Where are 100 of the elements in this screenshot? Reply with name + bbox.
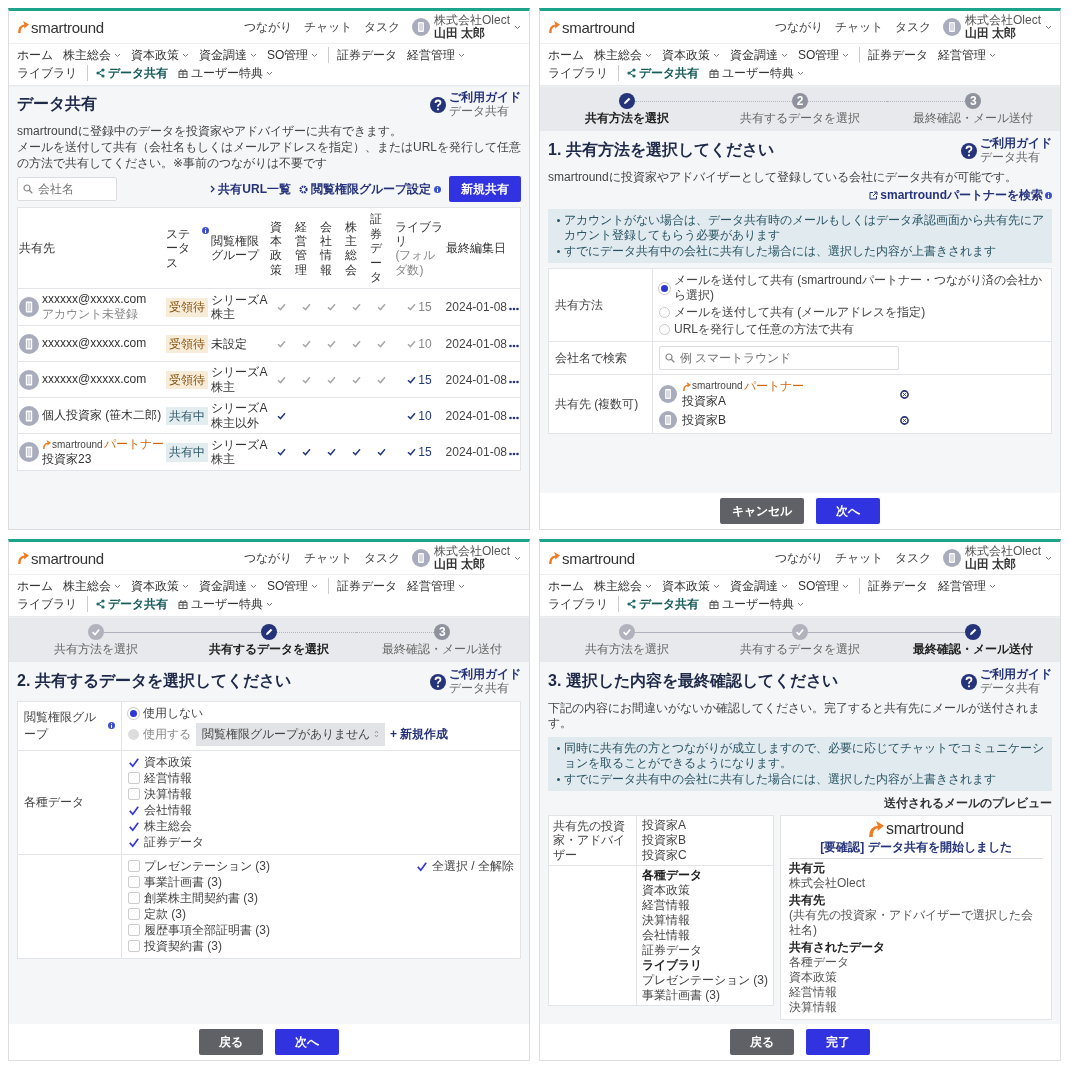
nav-item[interactable]: 資金調達 (730, 47, 788, 63)
nav-item[interactable]: SO管理 (267, 578, 319, 594)
nav-item[interactable]: ユーザー特典 (178, 65, 273, 81)
header-link[interactable]: つながり (775, 549, 823, 567)
nav-item[interactable]: 資金調達 (199, 47, 257, 63)
nav-item[interactable]: ライブラリ (548, 65, 608, 81)
new-share-button[interactable]: 新規共有 (449, 176, 521, 203)
nav-item[interactable]: SO管理 (267, 47, 319, 63)
guide-link[interactable]: ご利用ガイド データ共有 (430, 91, 521, 119)
remove-icon[interactable] (900, 389, 909, 399)
header-link[interactable]: チャット (835, 18, 883, 36)
nav-item[interactable]: ライブラリ (548, 596, 608, 612)
nav-item[interactable]: データ共有 (618, 596, 699, 612)
nav-item[interactable]: 資金調達 (730, 578, 788, 594)
back-button[interactable]: 戻る (199, 1029, 263, 1055)
checkbox-option[interactable]: 経営情報 (128, 770, 204, 786)
nav-item[interactable]: SO管理 (798, 578, 850, 594)
nav-item[interactable]: ホーム (548, 578, 584, 594)
nav-item[interactable]: ライブラリ (17, 65, 77, 81)
nav-item[interactable]: ホーム (17, 578, 53, 594)
select-all-option[interactable]: 全選択 / 全解除 (416, 858, 514, 874)
nav-item[interactable]: 株主総会 (63, 47, 121, 63)
nav-item[interactable]: データ共有 (618, 65, 699, 81)
checkbox-option[interactable]: 証券データ (128, 834, 204, 850)
nav-item[interactable]: 資本政策 (662, 47, 720, 63)
checkbox-option[interactable]: 株主総会 (128, 818, 204, 834)
nav-item[interactable]: 資本政策 (131, 47, 189, 63)
guide-link[interactable]: ご利用ガイド データ共有 (961, 668, 1052, 696)
checkbox[interactable] (128, 820, 140, 833)
header-link[interactable]: チャット (304, 18, 352, 36)
nav-item[interactable]: ホーム (548, 47, 584, 63)
nav-item[interactable]: データ共有 (87, 596, 168, 612)
header-link[interactable]: タスク (364, 549, 400, 567)
header-link[interactable]: つながり (244, 18, 292, 36)
nav-item[interactable]: 株主総会 (594, 47, 652, 63)
header-link[interactable]: つながり (775, 18, 823, 36)
checkbox[interactable] (128, 804, 140, 817)
nav-item[interactable]: SO管理 (798, 47, 850, 63)
guide-link[interactable]: ご利用ガイド データ共有 (430, 668, 521, 696)
radio-option[interactable]: メールを送付して共有 (smartroundパートナー・つながり済の会社から選択) (659, 273, 1045, 304)
toolbar-link[interactable]: 共有URL一覧 (210, 180, 291, 198)
checkbox[interactable] (128, 836, 140, 849)
nav-item[interactable]: 証券データ (859, 47, 929, 63)
radio-button[interactable] (659, 324, 670, 336)
checkbox[interactable] (416, 860, 428, 873)
nav-item[interactable]: 経営管理 (407, 578, 466, 594)
more-icon[interactable] (509, 307, 519, 312)
finish-button[interactable]: 完了 (806, 1029, 870, 1055)
checkbox-option[interactable]: 決算情報 (128, 786, 204, 802)
nav-item[interactable]: 資金調達 (199, 578, 257, 594)
nav-item[interactable]: ユーザー特典 (178, 596, 273, 612)
nav-item[interactable]: 経営管理 (407, 47, 466, 63)
nav-item[interactable]: 証券データ (328, 578, 398, 594)
radio-option[interactable]: メールを送付して共有 (メールアドレスを指定) (659, 305, 1045, 321)
nav-item[interactable]: 株主総会 (63, 578, 121, 594)
checkbox[interactable] (128, 756, 140, 769)
more-icon[interactable] (509, 415, 519, 420)
cancel-button[interactable]: キャンセル (720, 498, 804, 524)
checkbox-option[interactable]: 投資契約書 (3) (128, 938, 270, 954)
header-link[interactable]: チャット (835, 549, 883, 567)
radio-option[interactable]: URLを発行して任意の方法で共有 (659, 322, 1045, 338)
nav-item[interactable]: 資本政策 (662, 578, 720, 594)
checkbox-option[interactable]: 創業株主間契約書 (3) (128, 890, 270, 906)
next-button[interactable]: 次へ (816, 498, 880, 524)
more-icon[interactable] (509, 452, 519, 457)
header-link[interactable]: つながり (244, 549, 292, 567)
nav-item[interactable]: 株主総会 (594, 578, 652, 594)
nav-item[interactable]: 証券データ (859, 578, 929, 594)
header-link[interactable]: タスク (895, 549, 931, 567)
checkbox-option[interactable]: 事業計画書 (3) (128, 874, 270, 890)
nav-item[interactable]: 資本政策 (131, 578, 189, 594)
back-button[interactable]: 戻る (730, 1029, 794, 1055)
create-link[interactable]: + 新規作成 (390, 725, 449, 743)
checkbox-option[interactable]: 会社情報 (128, 802, 204, 818)
checkbox-option[interactable]: 資本政策 (128, 754, 204, 770)
checkbox-option[interactable]: 履歴事項全部証明書 (3) (128, 922, 270, 938)
partner-search-link[interactable]: smartroundパートナーを検索 (869, 187, 1052, 205)
search-field[interactable]: 例 スマートラウンド (659, 346, 899, 371)
header-link[interactable]: タスク (364, 18, 400, 36)
nav-item[interactable]: ユーザー特典 (709, 596, 804, 612)
more-icon[interactable] (509, 379, 519, 384)
nav-item[interactable]: ライブラリ (17, 596, 77, 612)
radio-option[interactable]: 使用しない (128, 705, 514, 721)
header-link[interactable]: チャット (304, 549, 352, 567)
toolbar-link[interactable]: 閲覧権限グループ設定 (299, 180, 441, 198)
nav-item[interactable]: データ共有 (87, 65, 168, 81)
nav-item[interactable]: 経営管理 (938, 47, 997, 63)
more-icon[interactable] (509, 343, 519, 348)
header-link[interactable]: タスク (895, 18, 931, 36)
nav-item[interactable]: ホーム (17, 47, 53, 63)
nav-item[interactable]: ユーザー特典 (709, 65, 804, 81)
nav-item[interactable]: 経営管理 (938, 578, 997, 594)
nav-item[interactable]: 証券データ (328, 47, 398, 63)
search-field[interactable]: 会社名 (17, 177, 117, 202)
radio-button[interactable] (659, 307, 670, 319)
guide-link[interactable]: ご利用ガイド データ共有 (961, 137, 1052, 165)
checkbox-option[interactable]: プレゼンテーション (3) (128, 858, 270, 874)
next-button[interactable]: 次へ (275, 1029, 339, 1055)
remove-icon[interactable] (900, 415, 909, 425)
checkbox-option[interactable]: 定款 (3) (128, 906, 270, 922)
